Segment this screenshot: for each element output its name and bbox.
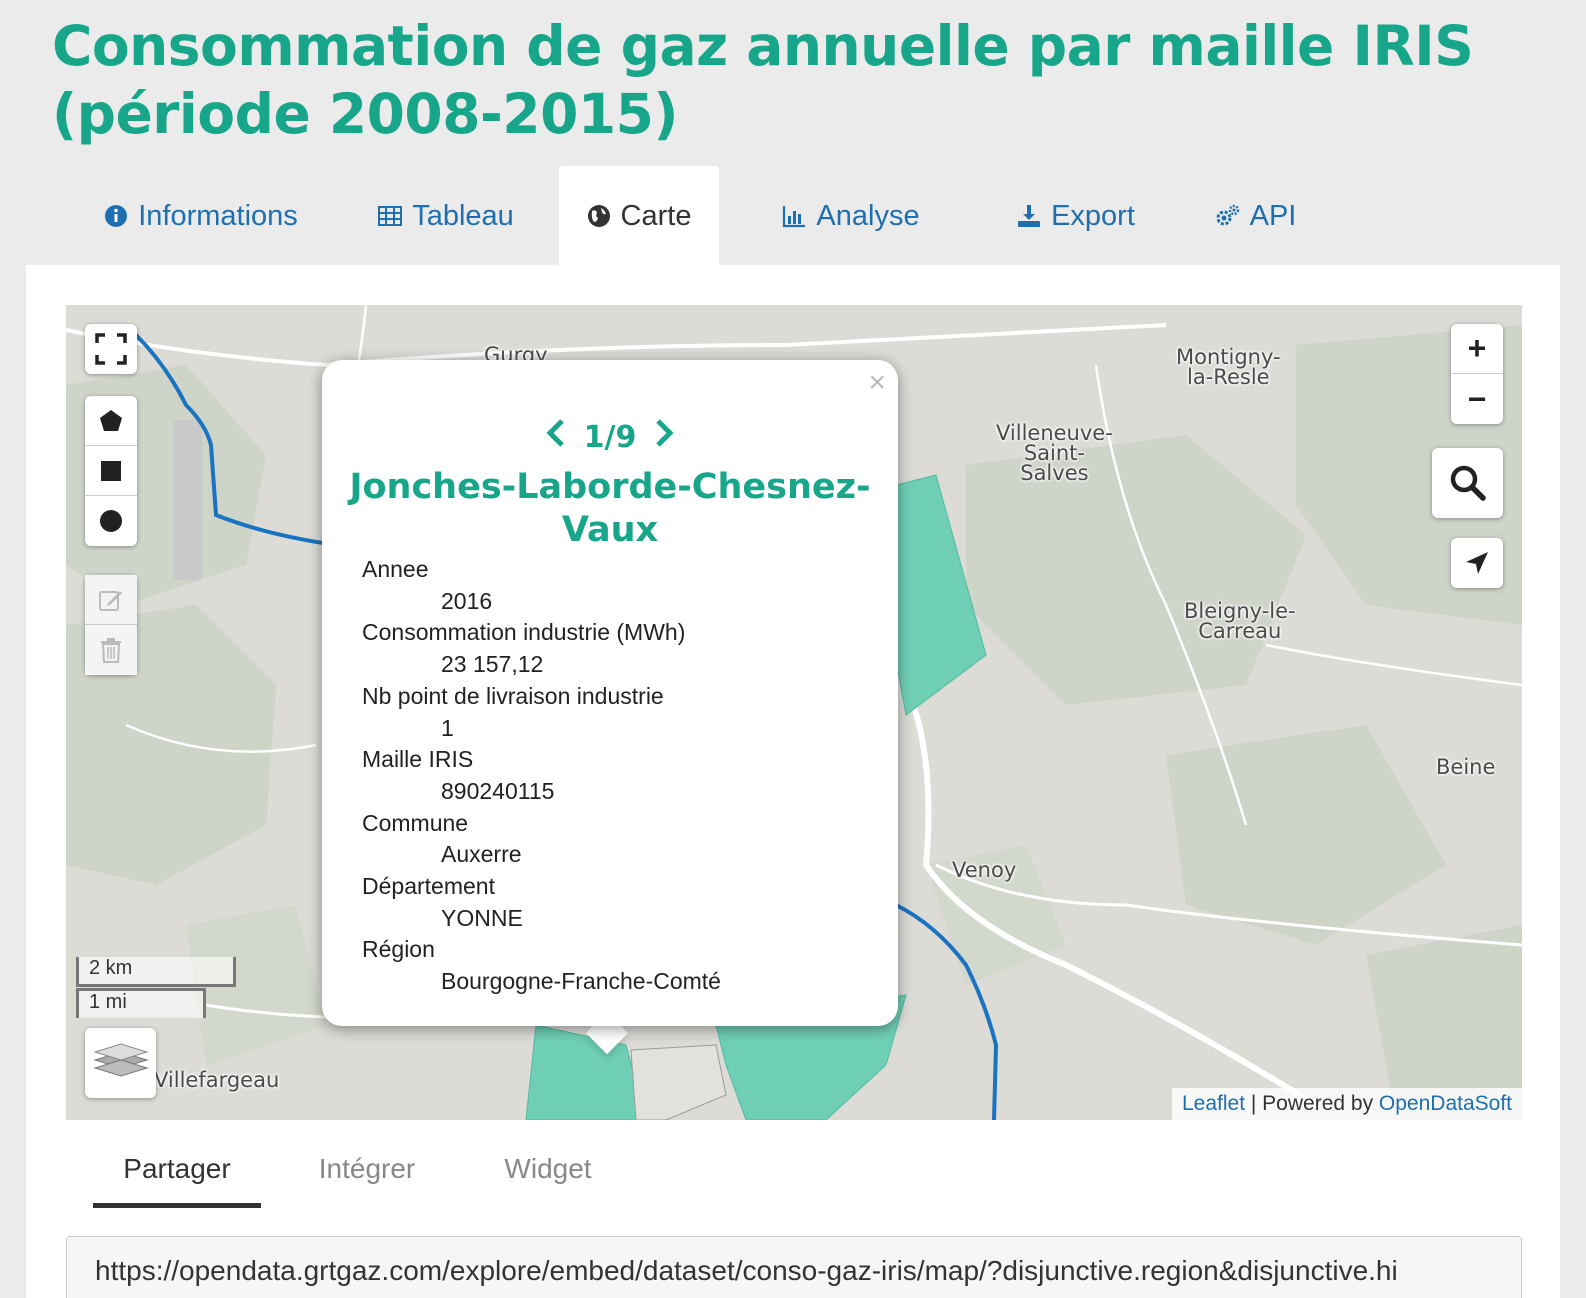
field-value: 890240115: [441, 777, 555, 804]
place-label: Bleigny-le- Carreau: [1184, 599, 1296, 643]
chevron-left-icon[interactable]: [526, 418, 584, 456]
layers-button[interactable]: [85, 1028, 156, 1098]
field-label: Consommation industrie (MWh): [362, 619, 686, 646]
field-value: Bourgogne-Franche-Comté: [441, 968, 721, 995]
scale-km: 2 km: [76, 957, 236, 987]
tab-partager[interactable]: Partager: [93, 1140, 261, 1208]
draw-rectangle-button[interactable]: [85, 446, 137, 496]
tab-label: Informations: [138, 199, 298, 232]
place-label: Villeneuve- Saint- Salves: [996, 421, 1113, 485]
popup-pager: 1/9: [322, 418, 898, 456]
tab-label: Export: [1051, 199, 1135, 232]
share-url-field[interactable]: https://opendata.grtgaz.com/explore/embe…: [66, 1236, 1522, 1298]
field-value: 1: [441, 714, 454, 741]
bar-chart-icon: [783, 206, 806, 228]
tab-informations[interactable]: Informations: [66, 166, 336, 266]
place-label: Venoy: [952, 858, 1017, 882]
tab-analyse[interactable]: Analyse: [761, 166, 941, 266]
field-value: 23 157,12: [441, 651, 544, 678]
circle-icon: [100, 510, 122, 532]
zoom-control: + −: [1451, 324, 1503, 424]
pager-count: 1/9: [583, 419, 637, 455]
tab-tableau[interactable]: Tableau: [346, 166, 546, 266]
tab-api[interactable]: API: [1191, 166, 1321, 266]
tab-integrer[interactable]: Intégrer: [293, 1140, 441, 1208]
fullscreen-icon: [95, 333, 127, 365]
leaflet-link[interactable]: Leaflet: [1182, 1092, 1245, 1115]
edit-icon: [99, 590, 122, 611]
tab-carte[interactable]: Carte: [559, 166, 719, 266]
scale-mi: 1 mi: [76, 988, 206, 1018]
tab-label: API: [1249, 199, 1297, 232]
trash-icon: [101, 638, 121, 663]
tab-label: Analyse: [816, 199, 920, 232]
delete-layers-button[interactable]: [85, 625, 137, 675]
zoom-out-button[interactable]: −: [1451, 374, 1503, 424]
locate-button[interactable]: [1451, 538, 1503, 588]
tab-label: Tableau: [412, 199, 514, 232]
globe-icon: [587, 205, 610, 227]
tab-label: Carte: [620, 199, 692, 232]
tab-widget[interactable]: Widget: [483, 1140, 613, 1208]
zoom-in-button[interactable]: +: [1451, 324, 1503, 374]
pentagon-icon: [100, 409, 122, 431]
square-icon: [101, 460, 121, 481]
edit-toolbar: [85, 575, 137, 675]
page-title: Consommation de gaz annuelle par maille …: [52, 14, 1474, 146]
place-label: Beine: [1436, 755, 1496, 779]
field-label: Commune: [362, 809, 469, 836]
draw-polygon-button[interactable]: [85, 396, 137, 446]
search-icon: [1450, 465, 1486, 501]
download-icon: [1018, 205, 1041, 227]
gears-icon: [1216, 204, 1239, 226]
field-label: Région: [362, 936, 435, 963]
tab-bar: Informations Tableau Carte Analyse Expor…: [26, 166, 1560, 266]
attribution-separator: | Powered by: [1245, 1092, 1379, 1115]
location-arrow-icon: [1466, 552, 1488, 574]
map-attribution: Leaflet | Powered by OpenDataSoft: [1171, 1088, 1522, 1120]
field-value: 2016: [441, 587, 493, 614]
field-label: Annee: [362, 556, 429, 582]
fullscreen-control: [85, 324, 137, 374]
edit-layers-button[interactable]: [85, 575, 137, 625]
info-circle-icon: [105, 205, 128, 227]
fullscreen-button[interactable]: [85, 324, 137, 374]
close-icon[interactable]: ×: [868, 366, 886, 400]
field-value: Auxerre: [441, 841, 522, 868]
place-label: Villefargeau: [154, 1068, 280, 1092]
opendatasoft-link[interactable]: OpenDataSoft: [1379, 1092, 1512, 1115]
search-button[interactable]: [1432, 448, 1503, 518]
field-label: Maille IRIS: [362, 746, 474, 773]
draw-toolbar: [85, 396, 137, 546]
popup-title: Jonches-Laborde-Chesnez-Vaux: [349, 467, 871, 550]
place-label: Montigny- la-Resle: [1176, 345, 1281, 389]
field-value: YONNE: [441, 904, 523, 931]
tab-export[interactable]: Export: [986, 166, 1166, 266]
feature-popup: × 1/9 Jonches-Laborde-Chesnez-Vaux Annee…: [322, 360, 898, 1026]
layers-icon: [92, 1043, 149, 1077]
field-label: Département: [362, 873, 495, 900]
chevron-right-icon[interactable]: [636, 418, 694, 456]
draw-circle-button[interactable]: [85, 496, 137, 546]
field-label: Nb point de livraison industrie: [362, 682, 664, 709]
popup-fields: Annee 2016 Consommation industrie (MWh) …: [362, 554, 721, 998]
table-icon: [378, 206, 403, 226]
